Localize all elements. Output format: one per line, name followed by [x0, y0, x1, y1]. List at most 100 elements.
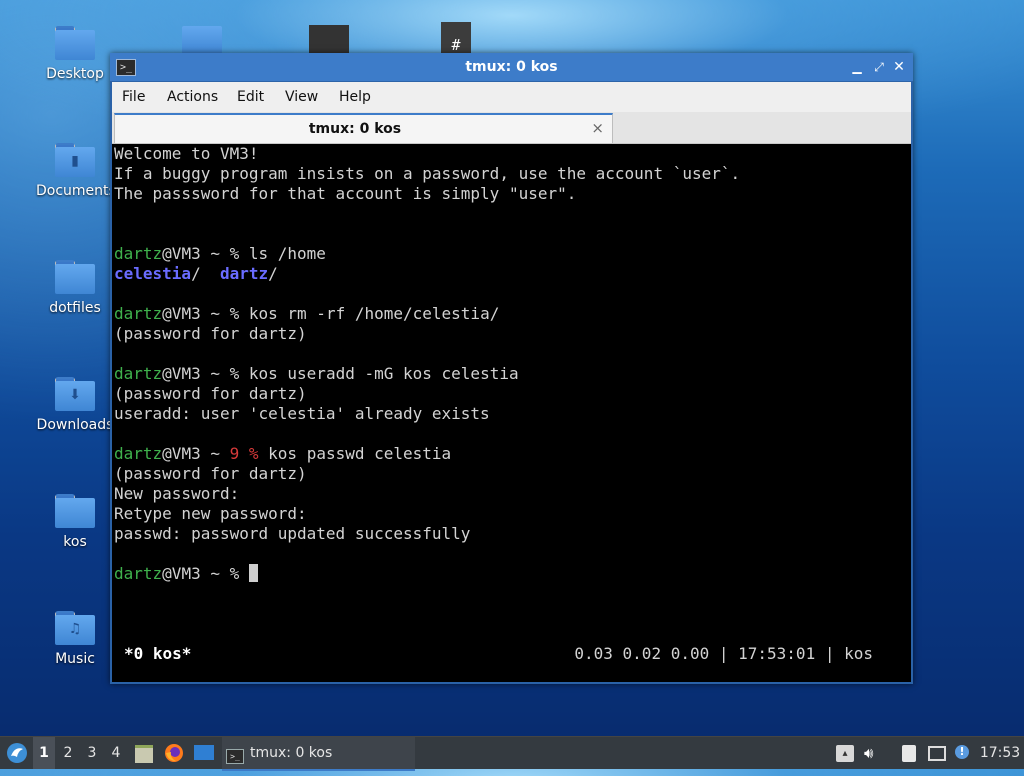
terminal-prompt-line[interactable]: dartz@VM3 ~ %: [114, 564, 258, 584]
desktop-icon-terminal[interactable]: [309, 25, 349, 53]
taskbar-item-tmux[interactable]: >_ tmux: 0 kos: [222, 737, 415, 771]
folder-documents-icon: ▮: [55, 143, 95, 177]
exit-code: 9: [229, 444, 240, 463]
terminal-prompt-line: dartz@VM3 ~ % ls /home: [114, 244, 326, 264]
prompt-host: @VM3 ~: [162, 304, 230, 323]
desktop-icon-label: dotfiles: [49, 300, 101, 316]
workspace-1[interactable]: 1: [33, 737, 55, 769]
terminal-output[interactable]: Welcome to VM3! If a buggy program insis…: [112, 144, 911, 682]
file-manager-launcher[interactable]: [132, 737, 156, 769]
prompt-symbol: %: [229, 364, 249, 383]
desktop-icon-pictures[interactable]: [182, 26, 222, 54]
terminal-window[interactable]: >_ tmux: 0 kos ▁ ⤢ ✕ File Actions Edit V…: [110, 53, 913, 684]
workspace-3[interactable]: 3: [81, 737, 103, 769]
prompt-symbol: %: [229, 304, 249, 323]
terminal-line: useradd: user 'celestia' already exists: [114, 404, 490, 423]
prompt-user: dartz: [114, 364, 163, 383]
prompt-host: @VM3 ~: [162, 244, 230, 263]
volume-icon[interactable]: 🔊︎: [864, 745, 882, 762]
clipboard-icon[interactable]: [902, 745, 916, 762]
minimize-button[interactable]: ▁: [848, 58, 866, 76]
desktop-icon-documents[interactable]: ▮ Documents: [36, 143, 116, 199]
desktop-icon-dotfiles[interactable]: dotfiles: [36, 260, 114, 316]
menu-view[interactable]: View: [281, 82, 322, 112]
dir-name: dartz: [219, 264, 269, 283]
terminal-line: Welcome to VM3!: [114, 144, 259, 163]
lxqt-logo-icon: [7, 743, 27, 763]
prompt-symbol: %: [239, 444, 269, 463]
tab-close-icon[interactable]: ×: [591, 115, 604, 141]
command-text: kos useradd -mG kos celestia: [248, 364, 519, 383]
taskbar: 1 2 3 4 >_ tmux: 0 kos ▴ 🔊︎ ! 17:53: [0, 736, 1024, 771]
prompt-user: dartz: [114, 444, 163, 463]
menu-help[interactable]: Help: [335, 82, 375, 112]
tab-label: tmux: 0 kos: [308, 121, 402, 137]
network-icon[interactable]: [928, 746, 946, 761]
prompt-user: dartz: [114, 244, 163, 263]
firefox-icon: [165, 744, 183, 762]
window-titlebar[interactable]: >_ tmux: 0 kos ▁ ⤢ ✕: [110, 53, 913, 82]
window-title: tmux: 0 kos: [465, 59, 558, 75]
tmux-window-list[interactable]: *0 kos*: [124, 644, 191, 664]
prompt-host: @VM3 ~: [162, 364, 230, 383]
tmux-status-right: 0.03 0.02 0.00 | 17:53:01 | kos: [574, 644, 873, 663]
prompt-user: dartz: [114, 564, 163, 583]
terminal-line: (password for dartz): [114, 384, 307, 403]
desktop-icon-file[interactable]: #: [441, 22, 471, 53]
terminal-line: (password for dartz): [114, 324, 307, 343]
prompt-symbol: %: [229, 564, 249, 583]
prompt-host: @VM3 ~: [162, 564, 230, 583]
restore-button[interactable]: ⤢: [870, 58, 888, 76]
terminal-line: (password for dartz): [114, 464, 307, 483]
command-text: kos rm -rf /home/celestia/: [248, 304, 500, 323]
terminal-line: Retype new password:: [114, 504, 307, 523]
desktop-icon-music[interactable]: ♫ Music: [36, 611, 114, 667]
terminal-line: New password:: [114, 484, 240, 503]
terminal-line: If a buggy program insists on a password…: [114, 164, 741, 183]
update-notification-icon[interactable]: !: [955, 745, 969, 759]
terminal-line: celestia/ dartz/: [114, 264, 278, 283]
folder-icon: [55, 260, 95, 294]
command-text: kos passwd celestia: [268, 444, 452, 463]
show-desktop-button[interactable]: [192, 737, 216, 769]
menu-bar: File Actions Edit View Help: [112, 82, 911, 112]
app-menu-button[interactable]: [4, 737, 30, 769]
clock[interactable]: 17:53: [978, 737, 1022, 769]
menu-edit[interactable]: Edit: [233, 82, 268, 112]
firefox-launcher[interactable]: [162, 737, 186, 769]
desktop-icon-label: Documents: [36, 183, 116, 199]
notes-icon[interactable]: ▴: [836, 745, 854, 762]
terminal-prompt-line: dartz@VM3 ~ % kos useradd -mG kos celest…: [114, 364, 519, 384]
text-cursor: [248, 564, 258, 582]
workspace-4[interactable]: 4: [105, 737, 127, 769]
desktop-icon: [194, 745, 214, 760]
file-manager-icon: [135, 745, 153, 763]
terminal-icon: >_: [226, 749, 244, 764]
prompt-user: dartz: [114, 304, 163, 323]
menu-file[interactable]: File: [118, 82, 149, 112]
desktop-icon-label: kos: [63, 534, 87, 550]
terminal-prompt-line: dartz@VM3 ~ % kos rm -rf /home/celestia/: [114, 304, 499, 324]
desktop-icon-label: Desktop: [46, 66, 104, 82]
folder-download-icon: ⬇: [55, 377, 95, 411]
menu-actions[interactable]: Actions: [163, 82, 222, 112]
prompt-host: @VM3 ~: [162, 444, 230, 463]
prompt-symbol: %: [229, 244, 249, 263]
desktop-icon-downloads[interactable]: ⬇ Downloads: [36, 377, 114, 433]
taskbar-item-label: tmux: 0 kos: [250, 745, 333, 761]
terminal-line: The passsword for that account is simply…: [114, 184, 577, 203]
desktop-icon-label: Downloads: [36, 417, 114, 433]
tab-bar: tmux: 0 kos ×: [112, 112, 911, 144]
tab-tmux[interactable]: tmux: 0 kos ×: [114, 113, 613, 143]
terminal-prompt-line: dartz@VM3 ~ 9 % kos passwd celestia: [114, 444, 451, 464]
folder-music-icon: ♫: [55, 611, 95, 645]
workspace-2[interactable]: 2: [57, 737, 79, 769]
close-button[interactable]: ✕: [890, 58, 908, 76]
desktop-icon-label: Music: [55, 651, 95, 667]
command-text: ls /home: [248, 244, 326, 263]
dir-name: celestia: [114, 264, 192, 283]
terminal-line: passwd: password updated successfully: [114, 524, 471, 543]
desktop-icon-kos[interactable]: kos: [36, 494, 114, 550]
desktop-icon-desktop[interactable]: Desktop: [36, 26, 114, 82]
folder-icon: [55, 26, 95, 60]
